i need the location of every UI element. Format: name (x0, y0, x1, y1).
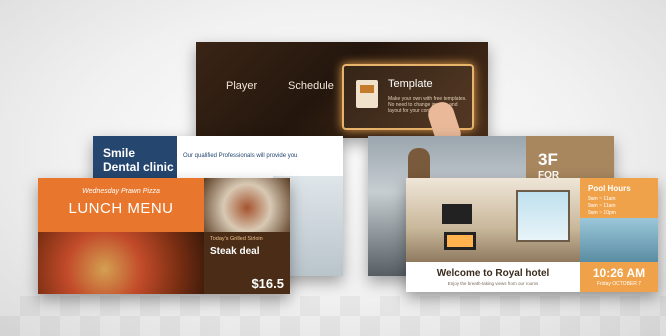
fireplace-image (444, 232, 476, 250)
dental-subtitle: Our qualified Professionals will provide… (183, 153, 298, 159)
pool-hours: 9am ~ 11am 9am ~ 11am 9am ~ 10pm (588, 196, 616, 217)
pizza-image (38, 232, 204, 294)
pool-hours-row: 9am ~ 11am (588, 203, 616, 209)
clock-time: 10:26 AM (592, 266, 646, 280)
steak-kicker: Today's Grilled Sirloin (210, 236, 263, 242)
pool-image (580, 218, 658, 262)
window-image (516, 190, 570, 242)
steak-price: $16.5 (251, 276, 284, 291)
menu-screen: Player Schedule Template Make your own w… (196, 42, 488, 138)
hotel-tagline: Enjoy the breath-taking views from our r… (447, 281, 539, 286)
clock-date: Friday OCTOBER 7 (596, 281, 642, 287)
steak-title: Steak deal (210, 246, 260, 257)
template-label: Template (388, 78, 433, 90)
lunch-kicker: Wednesday Prawn Pizza (82, 188, 160, 195)
steak-card: Today's Grilled Sirloin Steak deal $16.5 (204, 232, 290, 294)
lunch-menu-screen: Wednesday Prawn Pizza LUNCH MENU Today's… (38, 178, 290, 294)
clock-panel: 10:26 AM Friday OCTOBER 7 (580, 262, 658, 292)
pool-hours-row: 9am ~ 10pm (588, 210, 616, 216)
pool-panel: Pool Hours 9am ~ 11am 9am ~ 11am 9am ~ 1… (580, 178, 658, 262)
welcome-text: Welcome to Royal hotel (436, 268, 550, 279)
dental-title-1: Smile (103, 146, 136, 160)
menu-schedule[interactable]: Schedule (288, 80, 334, 92)
hotel-screen: Pool Hours 9am ~ 11am 9am ~ 11am 9am ~ 1… (406, 178, 658, 292)
pool-hours-row: 9am ~ 11am (588, 196, 616, 202)
lunch-title: LUNCH MENU (68, 200, 174, 217)
tv-image (442, 204, 472, 224)
dental-title-2: Dental clinic (103, 160, 174, 174)
menu-player[interactable]: Player (226, 80, 257, 92)
template-icon (356, 80, 378, 108)
lunch-header: Wednesday Prawn Pizza LUNCH MENU (38, 178, 204, 232)
hotel-room-image (406, 178, 580, 262)
hotel-footer: Welcome to Royal hotel Enjoy the breath-… (406, 262, 580, 292)
floor-number: 3F (538, 150, 558, 169)
steak-image (204, 178, 290, 232)
pool-title: Pool Hours (588, 184, 631, 193)
reflective-floor (0, 296, 666, 336)
dental-header: Smile Dental clinic (93, 136, 177, 180)
